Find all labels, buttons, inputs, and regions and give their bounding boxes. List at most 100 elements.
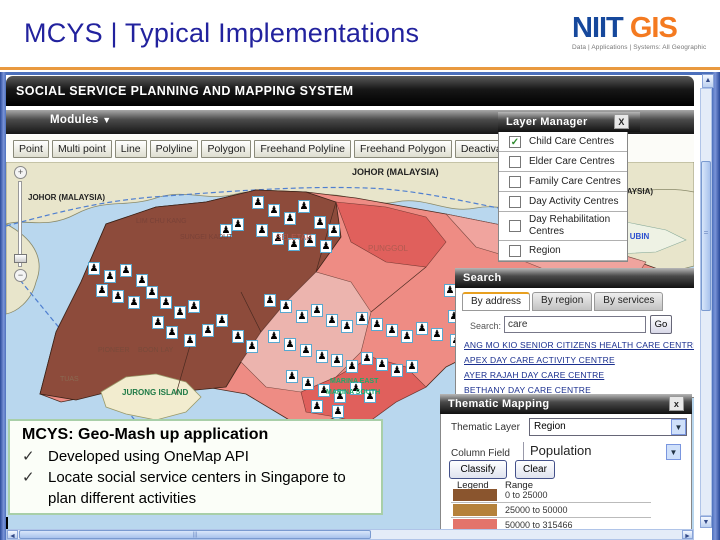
close-icon[interactable]: x — [669, 396, 684, 411]
go-button[interactable]: Go — [650, 315, 672, 334]
care-centre-marker[interactable] — [332, 405, 344, 418]
care-centre-marker[interactable] — [286, 370, 298, 383]
care-centre-marker[interactable] — [314, 216, 326, 229]
care-centre-marker[interactable] — [284, 338, 296, 351]
care-centre-marker[interactable] — [416, 322, 428, 335]
care-centre-marker[interactable] — [268, 204, 280, 217]
draw-tool-button[interactable]: Point — [13, 139, 49, 158]
care-centre-marker[interactable] — [356, 312, 368, 325]
map-place-label: TUAS — [60, 376, 79, 383]
care-centre-marker[interactable] — [232, 218, 244, 231]
care-centre-marker[interactable] — [146, 286, 158, 299]
care-centre-marker[interactable] — [160, 296, 172, 309]
care-centre-marker[interactable] — [232, 330, 244, 343]
care-centre-marker[interactable] — [166, 326, 178, 339]
care-centre-marker[interactable] — [252, 196, 264, 209]
horizontal-scrollbar[interactable]: ◄ ► — [6, 529, 694, 540]
clear-button[interactable]: Clear — [515, 460, 555, 479]
care-centre-marker[interactable] — [120, 264, 132, 277]
draw-tool-button[interactable]: Freehand Polyline — [254, 139, 352, 158]
care-centre-marker[interactable] — [128, 296, 140, 309]
care-centre-marker[interactable] — [328, 224, 340, 237]
zoom-slider-track[interactable] — [14, 181, 27, 267]
care-centre-marker[interactable] — [300, 344, 312, 357]
scroll-down-icon[interactable]: ▼ — [700, 516, 712, 528]
vertical-scrollbar[interactable] — [700, 88, 712, 516]
care-centre-marker[interactable] — [296, 310, 308, 323]
care-centre-marker[interactable] — [280, 300, 292, 313]
layer-checkbox[interactable] — [509, 195, 521, 208]
care-centre-marker[interactable] — [188, 300, 200, 313]
layer-checkbox[interactable] — [509, 220, 521, 232]
care-centre-marker[interactable] — [264, 294, 276, 307]
care-centre-marker[interactable] — [311, 400, 323, 413]
care-centre-marker[interactable] — [112, 290, 124, 303]
care-centre-marker[interactable] — [431, 328, 443, 341]
search-tab[interactable]: By address — [462, 292, 531, 311]
care-centre-marker[interactable] — [104, 270, 116, 283]
care-centre-marker[interactable] — [341, 320, 353, 333]
care-centre-marker[interactable] — [88, 262, 100, 275]
search-result-link[interactable]: ANG MO KIO SENIOR CITIZENS HEALTH CARE C… — [464, 340, 696, 350]
scroll-up-icon[interactable]: ▲ — [702, 74, 714, 88]
care-centre-marker[interactable] — [320, 240, 332, 253]
zoom-slider-handle[interactable] — [14, 254, 27, 263]
care-centre-marker[interactable] — [96, 284, 108, 297]
care-centre-marker[interactable] — [316, 350, 328, 363]
close-icon[interactable]: X — [614, 114, 629, 129]
chevron-down-icon[interactable]: ▼ — [666, 444, 681, 460]
care-centre-marker[interactable] — [311, 304, 323, 317]
draw-tool-button[interactable]: Freehand Polygon — [354, 139, 452, 158]
care-centre-marker[interactable] — [184, 334, 196, 347]
search-tab[interactable]: By region — [532, 292, 593, 311]
care-centre-marker[interactable] — [346, 360, 358, 373]
legend-table: 0 to 25000 25000 to 50000 50000 to 31546… — [441, 488, 693, 533]
care-centre-marker[interactable] — [386, 324, 398, 337]
search-result-link[interactable]: APEX DAY CARE ACTIVITY CENTRE — [464, 355, 696, 365]
care-centre-marker[interactable] — [371, 318, 383, 331]
column-field-value[interactable]: Population — [523, 442, 643, 460]
draw-tool-button[interactable]: Multi point — [51, 139, 112, 158]
search-result-link[interactable]: AYER RAJAH DAY CARE CENTRE — [464, 370, 696, 380]
care-centre-marker[interactable] — [284, 212, 296, 225]
care-centre-marker[interactable] — [302, 377, 314, 390]
vertical-scrollbar-thumb[interactable] — [701, 161, 711, 311]
horizontal-scrollbar-thumb[interactable] — [19, 530, 371, 539]
care-centre-marker[interactable] — [202, 324, 214, 337]
layer-checkbox[interactable] — [509, 244, 521, 257]
layer-checkbox[interactable] — [509, 135, 521, 148]
care-centre-marker[interactable] — [256, 224, 268, 237]
care-centre-marker[interactable] — [246, 340, 258, 353]
care-centre-marker[interactable] — [391, 364, 403, 377]
chevron-down-icon[interactable]: ▼ — [671, 419, 686, 435]
care-centre-marker[interactable] — [401, 330, 413, 343]
care-centre-marker[interactable] — [361, 352, 373, 365]
care-centre-marker[interactable] — [216, 314, 228, 327]
zoom-out-icon[interactable]: − — [14, 269, 27, 282]
layer-row: Child Care Centres — [499, 132, 627, 152]
layer-checkbox[interactable] — [509, 175, 521, 188]
map-place-label: SUNGEI KADUT — [180, 234, 233, 241]
care-centre-marker[interactable] — [331, 354, 343, 367]
search-input[interactable] — [504, 316, 646, 333]
map-place-label: PUNGGOL — [368, 244, 409, 253]
care-centre-marker[interactable] — [152, 316, 164, 329]
care-centre-marker[interactable] — [406, 360, 418, 373]
draw-tool-button[interactable]: Line — [114, 139, 147, 158]
care-centre-marker[interactable] — [326, 314, 338, 327]
care-centre-marker[interactable] — [268, 330, 280, 343]
care-centre-marker[interactable] — [376, 358, 388, 371]
care-centre-marker[interactable] — [174, 306, 186, 319]
draw-tool-button[interactable]: Polyline — [149, 139, 199, 158]
classify-button[interactable]: Classify — [449, 460, 507, 479]
search-tab[interactable]: By services — [594, 292, 664, 311]
scroll-left-icon[interactable]: ◄ — [7, 530, 18, 540]
scroll-right-icon[interactable]: ► — [682, 530, 693, 540]
thematic-layer-select[interactable]: Region ▼ — [529, 418, 687, 436]
care-centre-marker[interactable] — [298, 200, 310, 213]
legend-color-swatch — [453, 489, 497, 501]
zoom-in-icon[interactable]: + — [14, 166, 27, 179]
draw-tool-button[interactable]: Polygon — [201, 139, 252, 158]
modules-menu[interactable]: Modules ▼ — [50, 114, 111, 126]
layer-checkbox[interactable] — [509, 155, 521, 168]
